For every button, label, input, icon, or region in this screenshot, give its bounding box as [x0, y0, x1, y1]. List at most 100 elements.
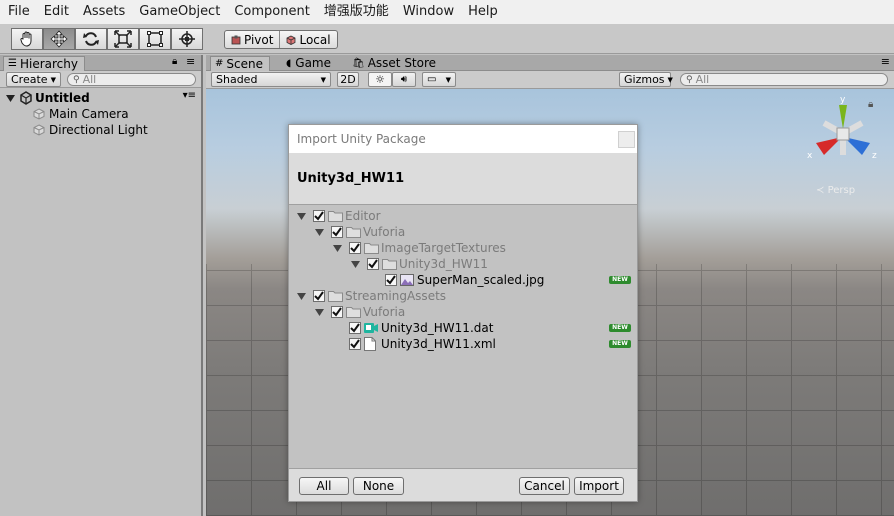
- shading-mode-dropdown[interactable]: Shaded ▼: [211, 72, 331, 87]
- sun-icon: ☼: [375, 72, 385, 86]
- menu-window[interactable]: Window: [396, 0, 461, 24]
- tree-label: Unity3d_HW11.xml: [381, 337, 496, 351]
- lighting-toggle-button[interactable]: ☼: [368, 72, 392, 87]
- tree-row-unity3d-hw11-folder[interactable]: Unity3d_HW11: [350, 256, 488, 272]
- menu-file[interactable]: File: [0, 0, 37, 24]
- pivot-label: Pivot: [244, 32, 274, 47]
- gizmo-center-cube[interactable]: [836, 127, 850, 141]
- checkmark-icon: [350, 339, 360, 349]
- tree-row-vuforia[interactable]: Vuforia: [314, 224, 405, 240]
- shopping-bag-icon: 🛍︎: [352, 57, 365, 69]
- local-button[interactable]: Local: [280, 31, 336, 48]
- dialog-title: Import Unity Package: [297, 132, 426, 146]
- checkbox[interactable]: [331, 306, 343, 318]
- expand-triangle-icon[interactable]: [296, 291, 307, 302]
- select-none-button[interactable]: None: [353, 477, 404, 495]
- gizmos-label: Gizmos: [624, 72, 665, 86]
- expand-triangle-icon[interactable]: [5, 93, 16, 104]
- hierarchy-item-label: Main Camera: [49, 107, 129, 121]
- tree-row-vuforia-streaming[interactable]: Vuforia: [314, 304, 405, 320]
- scene-root-row[interactable]: Untitled ▾≡: [0, 90, 201, 106]
- expand-triangle-icon[interactable]: [314, 307, 325, 318]
- tree-row-editor[interactable]: Editor: [296, 208, 381, 224]
- hand-tool-button[interactable]: [11, 28, 43, 50]
- checkbox[interactable]: [349, 242, 361, 254]
- effects-dropdown[interactable]: ▭ ▼: [422, 72, 456, 87]
- menu-gameobject[interactable]: GameObject: [132, 0, 227, 24]
- gizmos-dropdown[interactable]: Gizmos ▼: [619, 72, 673, 87]
- tree-row-streamingassets[interactable]: StreamingAssets: [296, 288, 446, 304]
- tree-label: SuperMan_scaled.jpg: [417, 273, 545, 287]
- checkbox[interactable]: [313, 210, 325, 222]
- tree-row-xml-file[interactable]: Unity3d_HW11.xml NEW: [349, 336, 635, 352]
- audio-toggle-button[interactable]: 🔊︎: [392, 72, 416, 87]
- tab-game[interactable]: ◖ Game: [286, 56, 331, 70]
- move-tool-button[interactable]: [43, 28, 75, 50]
- checkmark-icon: [368, 259, 378, 269]
- close-button[interactable]: [618, 131, 635, 148]
- checkmark-icon: [350, 243, 360, 253]
- tab-hierarchy[interactable]: ☰ Hierarchy: [3, 56, 85, 71]
- hierarchy-search-input[interactable]: ⚲ All: [67, 73, 196, 86]
- 2d-toggle-button[interactable]: 2D: [337, 72, 359, 87]
- rect-transform-icon: [147, 31, 163, 47]
- speaker-icon: 🔊︎: [400, 73, 408, 85]
- game-tab-label: Game: [295, 56, 332, 70]
- panel-menu-icon[interactable]: ≡: [186, 55, 195, 68]
- gameobject-cube-icon: [33, 124, 45, 136]
- shading-mode-label: Shaded: [216, 72, 258, 86]
- tree-label: Unity3d_HW11: [399, 257, 488, 271]
- expand-triangle-icon[interactable]: [332, 243, 343, 254]
- checkbox[interactable]: [349, 338, 361, 350]
- scene-lock-icon[interactable]: 🔒︎: [868, 99, 873, 110]
- tree-row-imagetargettextures[interactable]: ImageTargetTextures: [332, 240, 506, 256]
- checkbox[interactable]: [385, 274, 397, 286]
- checkmark-icon: [314, 211, 324, 221]
- main-toolbar: Pivot Local: [0, 24, 894, 54]
- game-pacman-icon: ◖: [286, 57, 292, 69]
- tab-scene[interactable]: # Scene: [210, 56, 270, 71]
- checkbox[interactable]: [331, 226, 343, 238]
- hierarchy-item-label: Directional Light: [49, 123, 148, 137]
- checkbox[interactable]: [349, 322, 361, 334]
- hierarchy-item[interactable]: Main Camera: [0, 106, 201, 122]
- select-all-button[interactable]: All: [299, 477, 349, 495]
- scene-toolbar: Shaded ▼ 2D ☼ 🔊︎ ▭ ▼ Gizmos ▼ ⚲ All: [206, 71, 894, 89]
- dialog-titlebar: Import Unity Package: [289, 125, 637, 153]
- y-axis-cone[interactable]: [839, 105, 847, 129]
- menu-component[interactable]: Component: [227, 0, 316, 24]
- transform-tool-button[interactable]: [171, 28, 203, 50]
- menu-help[interactable]: Help: [461, 0, 505, 24]
- image-file-icon: [400, 274, 414, 286]
- projection-toggle[interactable]: ≺ Persp: [816, 185, 855, 196]
- local-cube-icon: [287, 35, 296, 45]
- menu-edit[interactable]: Edit: [37, 0, 76, 24]
- tree-row-superman-jpg[interactable]: SuperMan_scaled.jpg NEW: [385, 272, 635, 288]
- cancel-button[interactable]: Cancel: [519, 477, 570, 495]
- scene-panel-menu-icon[interactable]: ≡: [881, 55, 890, 68]
- rotate-tool-button[interactable]: [75, 28, 107, 50]
- 2d-label: 2D: [340, 72, 356, 86]
- create-dropdown[interactable]: Create ▼: [6, 72, 61, 87]
- expand-triangle-icon[interactable]: [350, 259, 361, 270]
- package-name: Unity3d_HW11: [297, 171, 405, 186]
- scene-search-input[interactable]: ⚲ All: [680, 73, 888, 86]
- expand-triangle-icon[interactable]: [296, 211, 307, 222]
- menu-enhanced-features[interactable]: 增强版功能: [317, 0, 396, 24]
- expand-triangle-icon[interactable]: [314, 227, 325, 238]
- menu-assets[interactable]: Assets: [76, 0, 132, 24]
- pivot-icon: [231, 35, 241, 44]
- checkbox[interactable]: [313, 290, 325, 302]
- pivot-button[interactable]: Pivot: [225, 31, 281, 48]
- hierarchy-item[interactable]: Directional Light: [0, 122, 201, 138]
- scene-menu-icon[interactable]: ▾≡: [183, 90, 196, 101]
- import-button[interactable]: Import: [574, 477, 624, 495]
- checkbox[interactable]: [367, 258, 379, 270]
- rect-tool-button[interactable]: [139, 28, 171, 50]
- lock-icon[interactable]: 🔒︎: [172, 56, 177, 67]
- dialog-header: Unity3d_HW11: [289, 153, 637, 205]
- tab-asset-store[interactable]: 🛍︎ Asset Store: [352, 56, 436, 70]
- scale-tool-button[interactable]: [107, 28, 139, 50]
- tree-row-dat-file[interactable]: Unity3d_HW11.dat NEW: [349, 320, 635, 336]
- list-icon: ☰: [8, 58, 17, 69]
